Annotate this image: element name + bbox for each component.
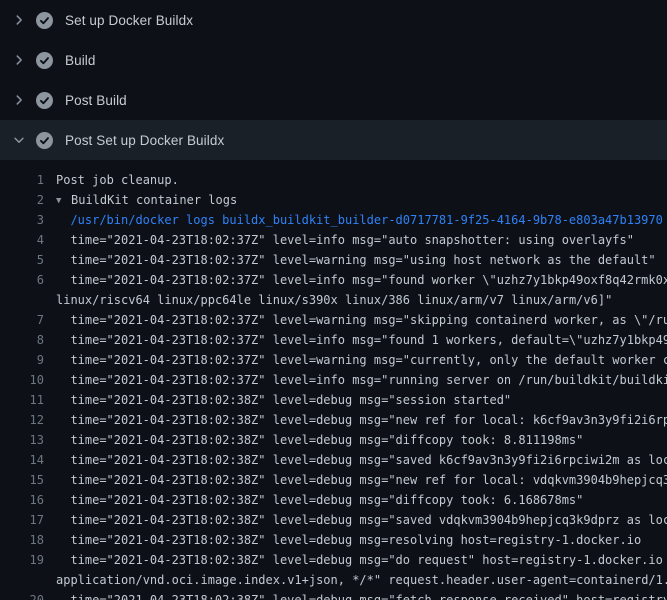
line-number[interactable]: 9 [0, 350, 44, 370]
line-number[interactable]: 20 [0, 590, 44, 600]
line-number[interactable]: 6 [0, 270, 44, 290]
line-number[interactable]: 11 [0, 390, 44, 410]
log-text: time="2021-04-23T18:02:38Z" level=debug … [56, 550, 667, 570]
check-circle-icon [36, 92, 53, 109]
line-number[interactable]: 1 [0, 170, 44, 190]
log-text: time="2021-04-23T18:02:38Z" level=debug … [56, 590, 667, 600]
line-number[interactable]: 12 [0, 410, 44, 430]
line-number[interactable]: 5 [0, 250, 44, 270]
step-label-set-up-docker-buildx: Set up Docker Buildx [65, 13, 193, 28]
check-circle-icon [36, 52, 53, 69]
line-number [0, 290, 44, 310]
log-line: 15 time="2021-04-23T18:02:38Z" level=debu… [0, 470, 667, 490]
log-text: time="2021-04-23T18:02:37Z" level=warnin… [56, 250, 667, 270]
step-row-post-build[interactable]: Post Build [0, 80, 667, 120]
line-number[interactable]: 14 [0, 450, 44, 470]
log-line: 17 time="2021-04-23T18:02:38Z" level=debu… [0, 510, 667, 530]
log-line: 6 time="2021-04-23T18:02:37Z" level=info … [0, 270, 667, 290]
log-line: 20 time="2021-04-23T18:02:38Z" level=debu… [0, 590, 667, 600]
line-number[interactable]: 7 [0, 310, 44, 330]
log-command-text: /usr/bin/docker logs buildx_buildkit_bui… [56, 210, 667, 230]
step-row-post-set-up-docker-buildx[interactable]: Post Set up Docker Buildx [0, 120, 667, 160]
log-text: application/vnd.oci.image.index.v1+json,… [56, 570, 667, 590]
log-text: time="2021-04-23T18:02:38Z" level=debug … [56, 530, 667, 550]
line-number[interactable]: 16 [0, 490, 44, 510]
log-output: 1 Post job cleanup. 2 ▼BuildKit container l… [0, 160, 667, 600]
log-line: 9 time="2021-04-23T18:02:37Z" level=warni… [0, 350, 667, 370]
log-group-row[interactable]: 2 ▼BuildKit container logs [0, 190, 667, 210]
log-line: 8 time="2021-04-23T18:02:37Z" level=info … [0, 330, 667, 350]
line-number[interactable]: 4 [0, 230, 44, 250]
log-text: Post job cleanup. [56, 170, 667, 190]
log-line: 1 Post job cleanup. [0, 170, 667, 190]
log-text: linux/riscv64 linux/ppc64le linux/s390x … [56, 290, 667, 310]
log-text: time="2021-04-23T18:02:37Z" level=warnin… [56, 310, 667, 330]
log-text: time="2021-04-23T18:02:37Z" level=info m… [56, 270, 667, 290]
line-number[interactable]: 3 [0, 210, 44, 230]
log-line: 14 time="2021-04-23T18:02:38Z" level=debu… [0, 450, 667, 470]
log-line: 7 time="2021-04-23T18:02:37Z" level=warni… [0, 310, 667, 330]
step-row-build[interactable]: Build [0, 40, 667, 80]
log-text: time="2021-04-23T18:02:38Z" level=debug … [56, 450, 667, 470]
log-line: 11 time="2021-04-23T18:02:38Z" level=debu… [0, 390, 667, 410]
line-number[interactable]: 13 [0, 430, 44, 450]
chevron-right-icon[interactable] [12, 53, 26, 67]
check-circle-icon [36, 132, 53, 149]
log-text: time="2021-04-23T18:02:37Z" level=warnin… [56, 350, 667, 370]
log-line: 10 time="2021-04-23T18:02:37Z" level=info… [0, 370, 667, 390]
step-label-post-build: Post Build [65, 93, 127, 108]
log-line: 16 time="2021-04-23T18:02:38Z" level=debu… [0, 490, 667, 510]
line-number[interactable]: 10 [0, 370, 44, 390]
log-text: time="2021-04-23T18:02:37Z" level=info m… [56, 230, 667, 250]
log-line: 4 time="2021-04-23T18:02:37Z" level=info … [0, 230, 667, 250]
log-text: time="2021-04-23T18:02:38Z" level=debug … [56, 410, 667, 430]
line-number[interactable]: 15 [0, 470, 44, 490]
line-number[interactable]: 18 [0, 530, 44, 550]
log-text: time="2021-04-23T18:02:38Z" level=debug … [56, 430, 667, 450]
line-number[interactable]: 17 [0, 510, 44, 530]
log-text: ▼BuildKit container logs [56, 190, 667, 210]
line-number[interactable]: 8 [0, 330, 44, 350]
log-line: 19 time="2021-04-23T18:02:38Z" level=debu… [0, 550, 667, 570]
log-text: time="2021-04-23T18:02:38Z" level=debug … [56, 510, 667, 530]
chevron-down-icon[interactable] [12, 133, 26, 147]
log-text: time="2021-04-23T18:02:38Z" level=debug … [56, 390, 667, 410]
step-list: Set up Docker Buildx Build Post Build Post … [0, 0, 667, 160]
log-text: time="2021-04-23T18:02:38Z" level=debug … [56, 470, 667, 490]
line-number [0, 570, 44, 590]
check-circle-icon [36, 12, 53, 29]
log-text: time="2021-04-23T18:02:38Z" level=debug … [56, 490, 667, 510]
chevron-right-icon[interactable] [12, 93, 26, 107]
log-group-label: BuildKit container logs [71, 193, 237, 207]
log-line: 5 time="2021-04-23T18:02:37Z" level=warni… [0, 250, 667, 270]
step-label-build: Build [65, 53, 96, 68]
log-text: time="2021-04-23T18:02:37Z" level=info m… [56, 330, 667, 350]
line-number[interactable]: 19 [0, 550, 44, 570]
log-line: linux/riscv64 linux/ppc64le linux/s390x … [0, 290, 667, 310]
log-line: 13 time="2021-04-23T18:02:38Z" level=debu… [0, 430, 667, 450]
log-text: time="2021-04-23T18:02:37Z" level=info m… [56, 370, 667, 390]
line-number[interactable]: 2 [0, 190, 44, 210]
log-line: application/vnd.oci.image.index.v1+json,… [0, 570, 667, 590]
log-line: 18 time="2021-04-23T18:02:38Z" level=debu… [0, 530, 667, 550]
step-label-post-set-up-docker-buildx: Post Set up Docker Buildx [65, 133, 224, 148]
chevron-right-icon[interactable] [12, 13, 26, 27]
collapse-triangle-icon[interactable]: ▼ [56, 191, 71, 210]
log-line: 3/usr/bin/docker logs buildx_buildkit_bu… [0, 210, 667, 230]
step-row-set-up-docker-buildx[interactable]: Set up Docker Buildx [0, 0, 667, 40]
actions-log-viewer: Set up Docker Buildx Build Post Build Post … [0, 0, 667, 600]
log-line: 12 time="2021-04-23T18:02:38Z" level=debu… [0, 410, 667, 430]
